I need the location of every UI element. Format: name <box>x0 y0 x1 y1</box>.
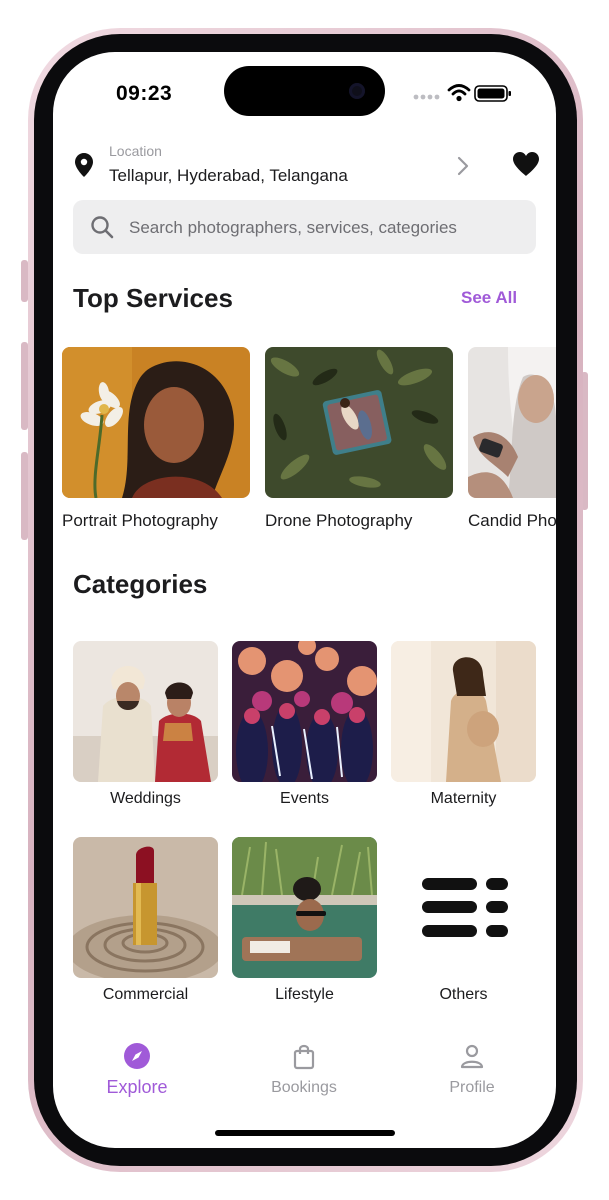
action-button <box>21 260 28 302</box>
category-events[interactable]: Events <box>232 641 377 808</box>
category-label: Maternity <box>430 790 497 807</box>
dynamic-island <box>224 66 385 116</box>
signal-dots-icon <box>413 94 440 100</box>
category-label: Others <box>439 986 488 1003</box>
battery-icon <box>474 85 511 102</box>
maternity-photo <box>391 641 536 782</box>
service-card-drone[interactable]: Drone Photography <box>265 347 455 531</box>
search-input[interactable] <box>127 200 526 256</box>
category-lifestyle[interactable]: Lifestyle <box>232 837 377 1004</box>
wifi-icon <box>447 84 471 96</box>
service-label: Candid Photography <box>468 511 556 530</box>
service-card-candid[interactable]: Candid Photography <box>468 347 556 531</box>
category-label: Commercial <box>102 986 189 1003</box>
category-label: Weddings <box>110 790 181 807</box>
location-caption: Location <box>109 143 162 159</box>
person-icon <box>460 1044 484 1069</box>
category-weddings[interactable]: Weddings <box>73 641 218 808</box>
tab-profile[interactable]: Profile <box>412 1042 532 1097</box>
category-maternity[interactable]: Maternity <box>391 641 536 808</box>
location-pin-icon <box>75 153 93 177</box>
status-time: 09:23 <box>116 82 173 105</box>
weddings-photo <box>73 641 218 782</box>
events-photo <box>232 641 377 782</box>
portrait-photo <box>62 347 250 498</box>
others-icon <box>391 837 536 978</box>
tab-label: Explore <box>106 1077 168 1097</box>
service-card-portrait[interactable]: Portrait Photography <box>62 347 252 531</box>
commercial-photo <box>73 837 218 978</box>
tab-bookings[interactable]: Bookings <box>244 1042 364 1097</box>
category-label: Events <box>280 790 329 807</box>
category-others[interactable]: Others <box>391 837 536 1004</box>
search-icon <box>91 216 114 239</box>
service-label: Drone Photography <box>265 511 413 530</box>
see-all-link[interactable]: See All <box>461 288 517 308</box>
home-indicator[interactable] <box>215 1130 395 1136</box>
category-label: Lifestyle <box>275 986 334 1003</box>
categories-title: Categories <box>73 569 208 599</box>
candid-photo <box>468 347 556 498</box>
compass-icon <box>124 1043 150 1069</box>
shopping-bag-icon <box>293 1044 315 1070</box>
location-address[interactable]: Tellapur, Hyderabad, Telangana <box>109 166 348 186</box>
tab-explore[interactable]: Explore <box>77 1042 197 1098</box>
drone-photo <box>265 347 453 498</box>
tab-label: Profile <box>449 1079 495 1096</box>
category-commercial[interactable]: Commercial <box>73 837 218 1004</box>
top-services-title: Top Services <box>73 283 233 313</box>
volume-up-button <box>21 342 28 430</box>
service-label: Portrait Photography <box>62 511 218 530</box>
heart-icon[interactable] <box>512 151 540 177</box>
app-screen: 09:23 Location Tellapur, Hyderabad, Tela… <box>53 52 556 1148</box>
volume-down-button <box>21 452 28 540</box>
lifestyle-photo <box>232 837 377 978</box>
status-icons <box>413 84 511 102</box>
tab-label: Bookings <box>271 1079 337 1096</box>
chevron-right-icon[interactable] <box>457 156 469 176</box>
search-bar[interactable] <box>73 200 536 256</box>
